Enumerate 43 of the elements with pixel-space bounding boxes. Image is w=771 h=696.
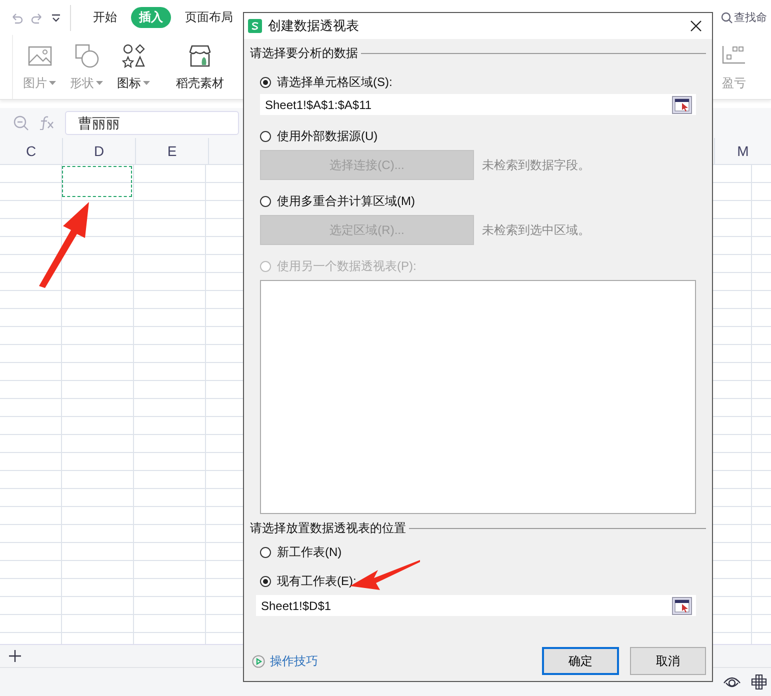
radio-label[interactable]: 使用多重合并计算区域(M) <box>277 192 415 210</box>
column-header[interactable]: C <box>0 138 63 164</box>
caret-icon <box>96 81 103 85</box>
radio-label[interactable]: 使用外部数据源(U) <box>277 128 378 144</box>
ribbon-button[interactable]: 稻壳素材 <box>176 74 224 92</box>
radio-label[interactable]: 现有工作表(E): <box>277 572 356 590</box>
formula-field[interactable]: 曹丽丽 <box>65 111 239 135</box>
dialog-button[interactable]: 取消 <box>630 647 706 675</box>
column-header[interactable]: D <box>63 138 136 164</box>
ribbon-tab[interactable]: 开始 <box>85 7 125 28</box>
layout-icon[interactable] <box>751 674 767 690</box>
radio-label[interactable]: 请选择单元格区域(S): <box>277 74 392 90</box>
status-note: 未检索到数据字段。 <box>482 156 590 174</box>
dialog-button[interactable]: 确定 <box>542 647 619 675</box>
eye-icon[interactable] <box>723 675 741 689</box>
column-header[interactable]: M <box>714 138 771 164</box>
shapes-icon[interactable] <box>120 42 146 68</box>
radio-button[interactable] <box>260 130 271 142</box>
shop-icon[interactable] <box>187 42 213 68</box>
caret-icon[interactable] <box>50 12 62 22</box>
caret-icon <box>143 81 150 85</box>
radio-button[interactable] <box>260 196 271 206</box>
radio-button[interactable] <box>260 576 271 586</box>
column-header[interactable]: E <box>136 138 209 164</box>
dialog-title: 创建数据透视表 <box>268 17 359 35</box>
selected-cell[interactable] <box>62 166 132 197</box>
ribbon-button[interactable]: 图标 <box>117 74 150 92</box>
range-picker-icon[interactable] <box>672 596 692 614</box>
status-note: 未检索到选中区域。 <box>482 222 590 238</box>
radio-button[interactable] <box>260 546 271 558</box>
search-icon <box>721 12 733 24</box>
group-heading: 请选择要分析的数据 <box>250 44 358 62</box>
ribbon-tab[interactable]: 页面布局 <box>177 7 241 28</box>
group-heading: 请选择放置数据透视表的位置 <box>250 520 406 536</box>
search-field[interactable]: 查找命 <box>721 10 767 25</box>
close-icon[interactable] <box>690 20 702 32</box>
range-picker-icon[interactable] <box>672 96 692 114</box>
radio-button[interactable] <box>260 76 271 88</box>
tips-link[interactable]: 操作技巧 <box>270 652 318 670</box>
app-logo-icon <box>248 19 262 33</box>
caret-icon <box>49 81 56 85</box>
play-icon <box>252 654 265 668</box>
radio-label[interactable]: 新工作表(N) <box>277 544 342 560</box>
